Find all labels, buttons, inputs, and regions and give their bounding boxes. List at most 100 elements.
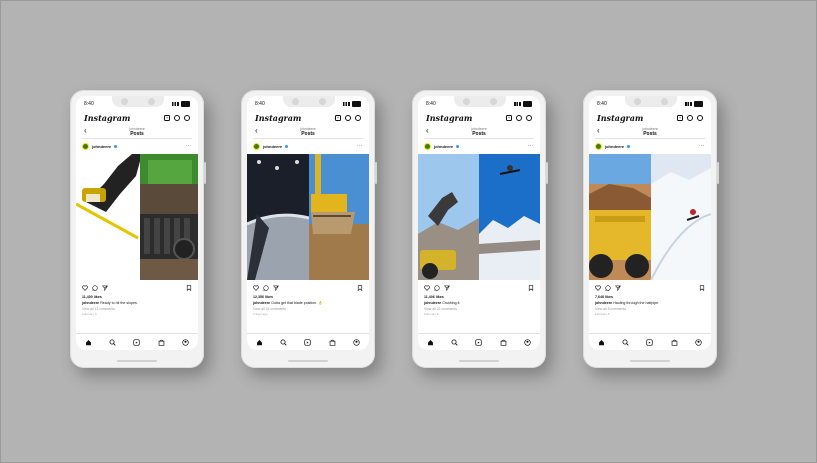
more-options-icon[interactable]: ··· <box>699 143 706 149</box>
subheader-title: Posts <box>643 131 657 137</box>
heart-icon[interactable] <box>687 115 693 121</box>
view-comments-link[interactable]: View all 18 comments <box>253 307 286 311</box>
instagram-logo[interactable]: Instagram <box>597 113 643 123</box>
like-icon[interactable] <box>82 285 88 291</box>
save-icon[interactable] <box>357 285 363 291</box>
post-date: February 6 <box>424 312 439 316</box>
heart-icon[interactable] <box>174 115 180 121</box>
share-icon[interactable] <box>273 285 279 291</box>
instagram-header: Instagram + <box>84 112 190 124</box>
comment-icon[interactable] <box>263 285 269 291</box>
instagram-logo[interactable]: Instagram <box>84 113 130 123</box>
status-bar: 8:40 <box>255 100 361 108</box>
caption-username[interactable]: johndeere <box>253 301 270 305</box>
verified-badge-icon <box>456 144 460 148</box>
account-name[interactable]: johndeere <box>605 144 624 149</box>
avatar[interactable] <box>595 142 602 150</box>
phone-screen: 8:40 Instagram + ‹ johndeere Posts johnd… <box>247 96 369 350</box>
post-image[interactable] <box>76 154 198 280</box>
more-options-icon[interactable]: ··· <box>186 143 193 149</box>
save-icon[interactable] <box>699 285 705 291</box>
like-icon[interactable] <box>424 285 430 291</box>
messenger-icon[interactable] <box>184 115 190 121</box>
shop-icon[interactable] <box>671 339 678 346</box>
reels-icon[interactable] <box>133 338 141 346</box>
avatar[interactable] <box>82 142 89 150</box>
verified-badge-icon <box>114 144 118 148</box>
view-comments-link[interactable]: View all 13 comments <box>82 307 115 311</box>
share-icon[interactable] <box>615 285 621 291</box>
heart-icon[interactable] <box>516 115 522 121</box>
comment-icon[interactable] <box>434 285 440 291</box>
view-comments-link[interactable]: View all 22 comments <box>424 307 457 311</box>
phone-screen: 8:40 Instagram + ‹ johndeere Posts johnd… <box>76 96 198 350</box>
profile-icon[interactable] <box>524 338 531 346</box>
instagram-logo[interactable]: Instagram <box>255 113 301 123</box>
home-indicator <box>459 360 499 362</box>
view-comments-link[interactable]: View all 8 comments <box>595 307 626 311</box>
messenger-icon[interactable] <box>526 115 532 121</box>
like-icon[interactable] <box>253 285 259 291</box>
search-icon[interactable] <box>451 339 458 346</box>
avatar[interactable] <box>253 142 260 150</box>
add-post-icon[interactable]: + <box>677 115 683 121</box>
instagram-logo[interactable]: Instagram <box>426 113 472 123</box>
comment-icon[interactable] <box>605 285 611 291</box>
likes-count[interactable]: 7,648 likes <box>595 295 613 299</box>
avatar[interactable] <box>424 142 431 150</box>
account-name[interactable]: johndeere <box>434 144 453 149</box>
profile-icon[interactable] <box>695 338 702 346</box>
share-icon[interactable] <box>102 285 108 291</box>
messenger-icon[interactable] <box>355 115 361 121</box>
bottom-tab-bar <box>247 333 369 350</box>
like-icon[interactable] <box>595 285 601 291</box>
phone-mockup-3: 8:40 Instagram + ‹ johndeere Posts johnd… <box>412 90 548 368</box>
search-icon[interactable] <box>622 339 629 346</box>
profile-icon[interactable] <box>353 338 360 346</box>
more-options-icon[interactable]: ··· <box>528 143 535 149</box>
status-bar: 8:40 <box>84 100 190 108</box>
caption-username[interactable]: johndeere <box>595 301 612 305</box>
post-image[interactable] <box>589 154 711 280</box>
account-name[interactable]: johndeere <box>92 144 111 149</box>
subheader-title: Posts <box>130 131 144 137</box>
reels-icon[interactable] <box>646 338 654 346</box>
search-icon[interactable] <box>280 339 287 346</box>
comment-icon[interactable] <box>92 285 98 291</box>
post-image[interactable] <box>418 154 540 280</box>
home-icon[interactable] <box>598 339 605 346</box>
reels-icon[interactable] <box>475 338 483 346</box>
more-options-icon[interactable]: ··· <box>357 143 364 149</box>
post-caption: johndeere Hauling through the halfpipe. <box>595 301 705 305</box>
likes-count[interactable]: 11,406 likes <box>424 295 444 299</box>
shop-icon[interactable] <box>500 339 507 346</box>
likes-count[interactable]: 12,356 likes <box>253 295 273 299</box>
share-icon[interactable] <box>444 285 450 291</box>
search-icon[interactable] <box>109 339 116 346</box>
caption-username[interactable]: johndeere <box>82 301 99 305</box>
caption-username[interactable]: johndeere <box>424 301 441 305</box>
shop-icon[interactable] <box>158 339 165 346</box>
status-bar: 8:40 <box>426 100 532 108</box>
save-icon[interactable] <box>528 285 534 291</box>
phone-mockup-2: 8:40 Instagram + ‹ johndeere Posts johnd… <box>241 90 377 368</box>
add-post-icon[interactable]: + <box>506 115 512 121</box>
heart-icon[interactable] <box>345 115 351 121</box>
messenger-icon[interactable] <box>697 115 703 121</box>
reels-icon[interactable] <box>304 338 312 346</box>
home-icon[interactable] <box>256 339 263 346</box>
account-name[interactable]: johndeere <box>263 144 282 149</box>
add-post-icon[interactable]: + <box>335 115 341 121</box>
home-icon[interactable] <box>427 339 434 346</box>
home-icon[interactable] <box>85 339 92 346</box>
post-date: February 6 <box>595 312 610 316</box>
caption-text: Hauling through the halfpipe. <box>613 301 660 305</box>
post-image[interactable] <box>247 154 369 280</box>
add-post-icon[interactable]: + <box>164 115 170 121</box>
profile-icon[interactable] <box>182 338 189 346</box>
bottom-tab-bar <box>76 333 198 350</box>
shop-icon[interactable] <box>329 339 336 346</box>
home-indicator <box>288 360 328 362</box>
save-icon[interactable] <box>186 285 192 291</box>
likes-count[interactable]: 11,400 likes <box>82 295 102 299</box>
